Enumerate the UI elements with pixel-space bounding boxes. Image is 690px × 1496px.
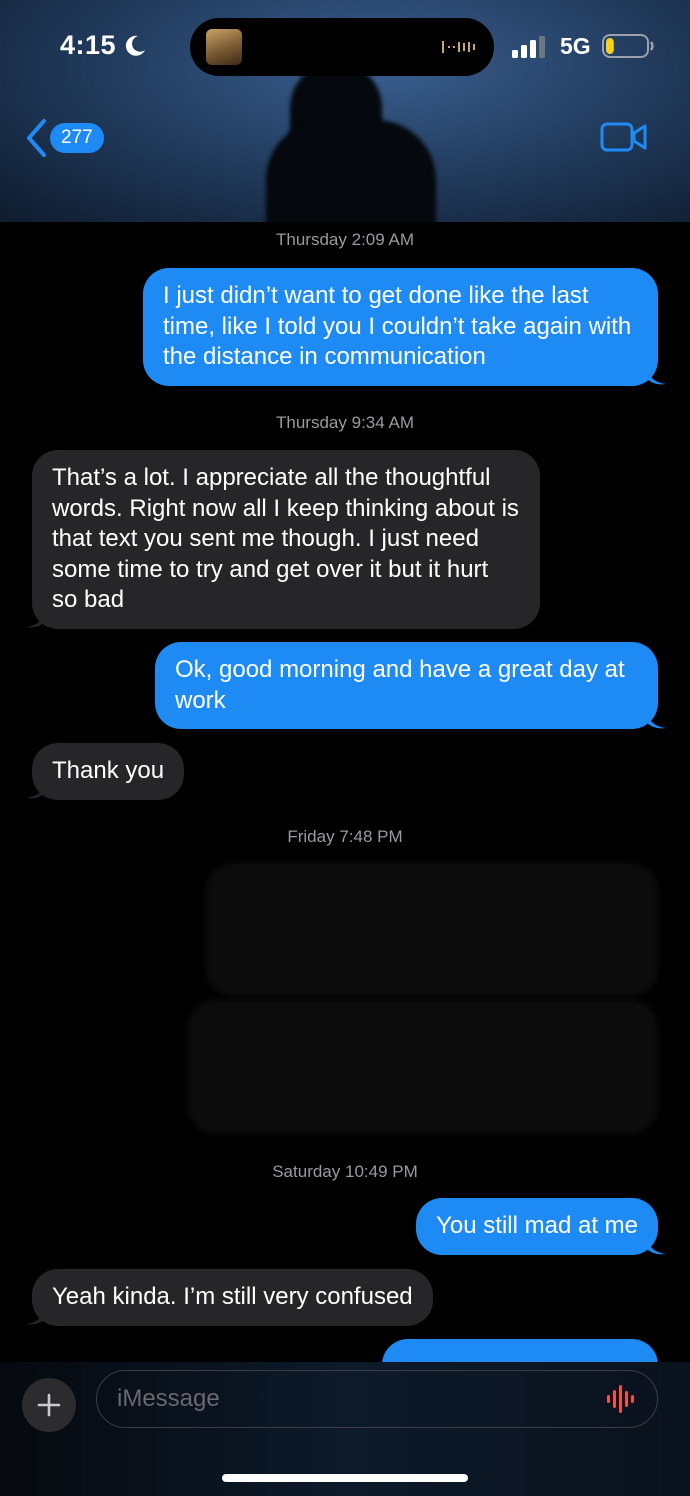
home-indicator[interactable]: [222, 1474, 468, 1482]
message-thread[interactable]: Thursday 2:09 AM I just didn’t want to g…: [0, 222, 690, 1362]
timestamp: Friday 7:48 PM: [287, 827, 403, 846]
timestamp: Thursday 9:34 AM: [276, 413, 414, 432]
moon-icon: [125, 35, 145, 56]
dynamic-island[interactable]: [190, 18, 494, 76]
back-button[interactable]: 277: [24, 118, 104, 158]
bubble-tail: [26, 607, 46, 628]
audio-waveform-icon: [442, 41, 475, 53]
dictation-waveform-icon[interactable]: [606, 1384, 638, 1414]
received-message-bubble[interactable]: Thank you: [32, 743, 185, 800]
plus-icon: [37, 1393, 61, 1417]
received-message-bubble[interactable]: That’s a lot. I appreciate all the thoug…: [32, 450, 540, 629]
bubble-tail: [26, 1304, 46, 1325]
redacted-message-bubble[interactable]: [206, 863, 658, 997]
timestamp: Saturday 10:49 PM: [272, 1162, 418, 1181]
sent-message-bubble[interactable]: Ok, good morning and have a great day at…: [155, 642, 658, 729]
bubble-tail: [646, 364, 666, 385]
imessage-input[interactable]: [96, 1370, 658, 1428]
bubble-tail: [646, 708, 666, 729]
chevron-left-icon: [27, 119, 46, 157]
status-time: 4:15: [60, 30, 117, 60]
video-camera-icon[interactable]: [600, 120, 648, 154]
now-playing-artwork: [206, 29, 242, 65]
contact-photo-silhouette-body: [266, 120, 436, 222]
bubble-tail: [26, 778, 46, 799]
battery-icon: [602, 34, 654, 58]
partially-visible-message-bubble[interactable]: [382, 1339, 658, 1362]
unread-count-badge: 277: [50, 123, 104, 153]
conversation-header: 4:15 5G 277: [0, 0, 690, 222]
message-composer: [0, 1362, 690, 1496]
network-type: 5G: [560, 33, 591, 59]
bubble-tail: [646, 1234, 666, 1255]
cellular-signal-icon: [512, 36, 545, 58]
redacted-message-bubble[interactable]: [188, 1000, 658, 1134]
received-message-bubble[interactable]: Yeah kinda. I’m still very confused: [32, 1269, 433, 1326]
apps-plus-button[interactable]: [22, 1378, 76, 1432]
sent-message-bubble[interactable]: You still mad at me: [416, 1198, 658, 1255]
timestamp: Thursday 2:09 AM: [276, 230, 414, 249]
sent-message-bubble[interactable]: I just didn’t want to get done like the …: [143, 268, 658, 386]
